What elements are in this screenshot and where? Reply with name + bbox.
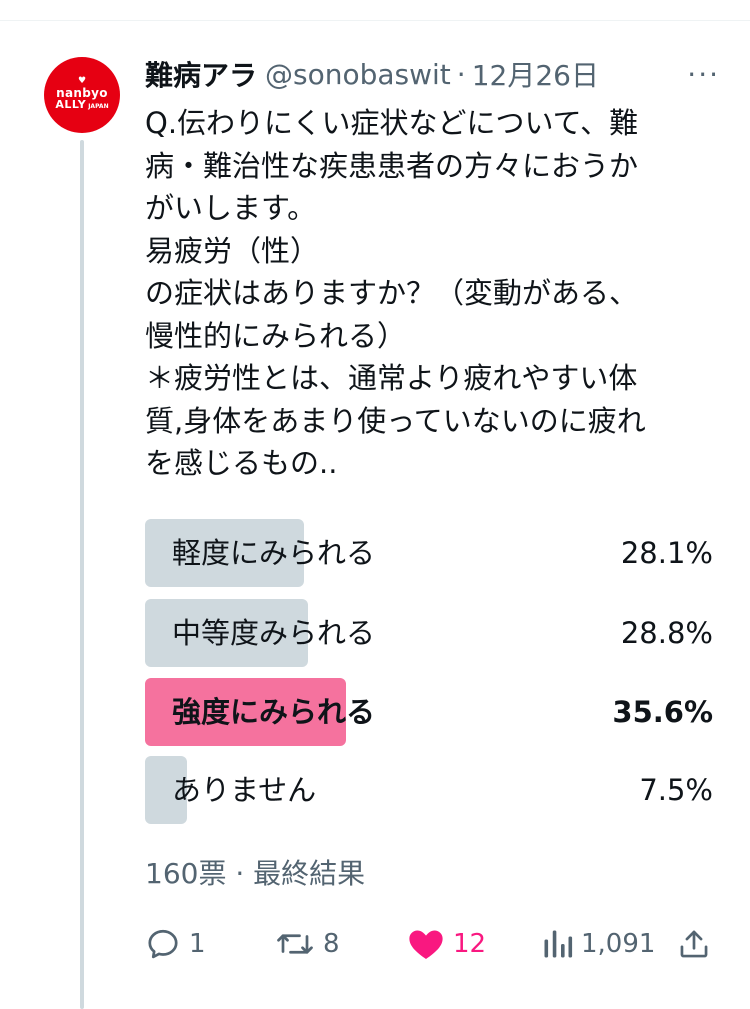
poll-option-percent: 28.8% [620,616,713,650]
retweet-count: 8 [323,929,340,959]
poll-option-percent: 35.6% [612,695,713,729]
share-icon [680,930,708,958]
share-button[interactable] [677,915,711,973]
action-bar: 1 8 12 1,091 [145,915,713,973]
reply-icon [148,929,178,959]
more-options-icon[interactable]: ··· [687,58,720,91]
avatar[interactable]: ♥ nanbyo ALLY JAPAN [44,57,120,133]
user-handle[interactable]: @sonobaswit [265,58,451,91]
poll-option-label: 強度にみられる [172,695,376,729]
views-chart-icon [544,930,573,958]
poll-meta: 160票 · 最終結果 [145,857,366,890]
poll-option-label: 軽度にみられる [172,536,376,570]
avatar-logo-line2: ALLY JAPAN [55,99,108,113]
views-button[interactable]: 1,091 [543,915,655,973]
like-button[interactable]: 12 [407,915,486,973]
retweet-icon [277,934,313,954]
poll-option-winner: 強度にみられる 35.6% [145,678,713,746]
poll-option-percent: 28.1% [620,536,713,570]
separator-dot: · [456,57,466,91]
poll-option-percent: 7.5% [639,773,713,807]
avatar-logo-japan: JAPAN [88,103,109,110]
thread-line [80,140,84,1009]
tweet-date[interactable]: 12月26日 [472,54,599,94]
view-count: 1,091 [581,929,656,959]
tweet-header: 難病アラ @sonobaswit · 12月26日 ··· [145,52,720,96]
avatar-logo-ally: ALLY [55,98,87,111]
display-name[interactable]: 難病アラ [145,54,257,94]
poll-option: 軽度にみられる 28.1% [145,519,713,587]
like-count: 12 [453,929,487,959]
reply-button[interactable]: 1 [145,915,206,973]
retweet-button[interactable]: 8 [275,915,340,973]
heart-icon [409,930,443,960]
poll-option-label: 中等度みられる [172,616,376,650]
poll-option: 中等度みられる 28.8% [145,599,713,667]
poll-option-label: ありません [172,773,317,807]
poll-option: ありません 7.5% [145,756,713,824]
tweet-text: Q.伝わりにくい症状などについて、難 病・難治性な疾患患者の方々におうか がいし… [145,106,646,480]
heart-logo-icon: ♥ [77,76,87,86]
reply-count: 1 [189,929,206,959]
top-divider [0,20,750,21]
